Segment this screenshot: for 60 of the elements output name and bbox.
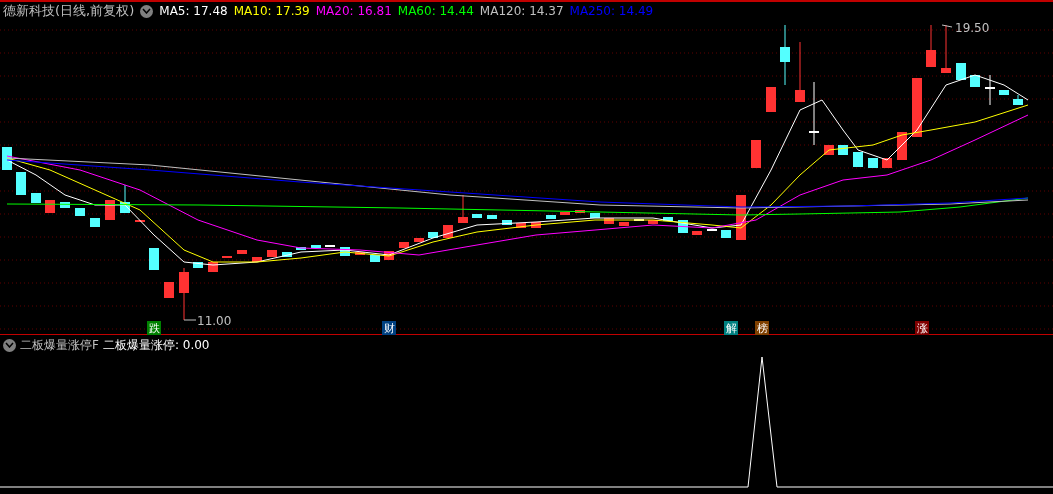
candlestick xyxy=(105,199,115,221)
candlestick xyxy=(164,281,174,299)
event-marker[interactable]: 财 xyxy=(382,321,396,335)
ma-indicator: MA5: 17.48 xyxy=(159,3,228,20)
candlestick xyxy=(897,131,907,161)
dropdown-icon[interactable] xyxy=(140,4,154,18)
candlestick xyxy=(149,247,159,271)
low-price-label: 11.00 xyxy=(197,314,232,328)
candlestick xyxy=(135,219,145,223)
candlestick xyxy=(31,192,41,204)
candlestick xyxy=(795,41,805,103)
ma-indicator: MA20: 16.81 xyxy=(315,3,392,20)
candlestick xyxy=(882,157,892,169)
event-marker[interactable]: 解 xyxy=(724,321,738,335)
candlestick xyxy=(179,267,189,321)
candlestick xyxy=(956,62,966,81)
event-marker[interactable]: 涨 xyxy=(915,321,929,335)
candlestick xyxy=(663,216,673,222)
candlestick xyxy=(90,217,100,228)
ma-indicator: MA250: 14.49 xyxy=(569,3,654,20)
candlestick xyxy=(384,250,394,261)
candlestick xyxy=(809,81,819,146)
candlestick xyxy=(853,151,863,168)
candlestick xyxy=(780,24,790,86)
candlestick xyxy=(999,89,1009,96)
candlestick xyxy=(16,171,26,196)
ma-indicator: MA60: 14.44 xyxy=(397,3,474,20)
candlestick xyxy=(458,194,468,224)
candlestick xyxy=(340,246,350,257)
candlestick xyxy=(45,199,55,214)
high-price-label: 19.50 xyxy=(955,21,990,35)
candlestick xyxy=(838,144,848,156)
candlestick xyxy=(120,184,130,214)
candlestick xyxy=(751,139,761,169)
indicator-reading: 二板爆量涨停: 0.00 xyxy=(102,337,210,354)
leader-line xyxy=(183,319,197,321)
candlestick xyxy=(2,146,12,171)
candlestick xyxy=(648,219,658,225)
candlestick xyxy=(736,194,746,241)
event-marker[interactable]: 跌 xyxy=(147,321,161,335)
candlestick xyxy=(912,77,922,138)
ma-indicator: MA120: 14.37 xyxy=(479,3,564,20)
event-marker[interactable]: 榜 xyxy=(755,321,769,335)
candlestick xyxy=(926,24,936,68)
ma-indicator: MA10: 17.39 xyxy=(233,3,310,20)
candlestick xyxy=(824,144,834,156)
candlestick xyxy=(941,24,951,74)
indicator-title: 二板爆量涨停F xyxy=(20,337,99,354)
candlestick xyxy=(985,74,995,106)
candlestick xyxy=(193,261,203,269)
leader-line xyxy=(941,24,953,28)
candlestick xyxy=(208,261,218,273)
stock-title: 德新科技(日线,前复权) xyxy=(3,2,135,21)
candlestick xyxy=(678,219,688,234)
dropdown-icon[interactable] xyxy=(3,338,16,352)
candlestick xyxy=(443,224,453,239)
candlestick xyxy=(1013,94,1023,106)
candlestick xyxy=(868,157,878,169)
candlestick xyxy=(970,74,980,88)
candlestick xyxy=(766,86,776,113)
